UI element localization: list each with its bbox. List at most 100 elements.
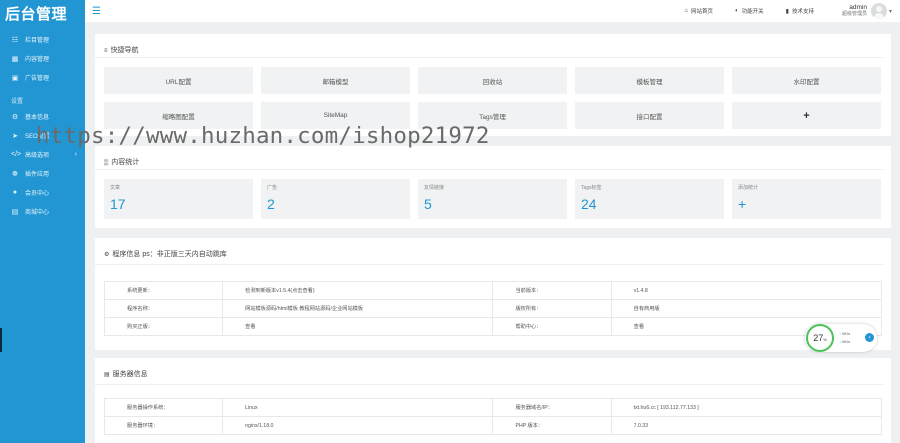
upload-speed: 0K/s — [842, 331, 851, 336]
stat-add[interactable]: 添加统计 + — [732, 179, 881, 219]
stats-grid: 文章 17 广告 2 友情链接 5 Tags标签 24 添加统计 + — [104, 179, 881, 219]
header-link-home[interactable]: ⌂ 网站首页 — [684, 7, 713, 15]
quick-btn-recycle[interactable]: 回收站 — [418, 67, 567, 94]
program-info-title: 程序信息 ps：非正版三天内自动跳库 — [112, 251, 227, 258]
quick-nav-grid: URL配置 邮箱模型 回收站 模板管理 水印配置 缩略图配置 SiteMap T… — [104, 67, 881, 129]
table-cell-label: PHP 版本： — [492, 416, 612, 435]
quick-btn-api[interactable]: 接口配置 — [575, 102, 724, 129]
header-link-label: 技术支持 — [791, 9, 814, 15]
sidebar-item-ads[interactable]: ▣ 广告管理 — [0, 68, 85, 87]
table-row: 服务器环境： nginx/1.18.0 PHP 版本： 7.0.33 — [103, 416, 883, 435]
stat-tags[interactable]: Tags标签 24 — [575, 179, 724, 219]
sidebar-item-label: SEO设置 — [25, 134, 50, 140]
quick-btn-add[interactable]: + — [732, 102, 881, 129]
sidebar-item-label: 内容管理 — [25, 57, 50, 63]
stat-label: 广告 — [267, 185, 278, 191]
send-icon: ➤ — [12, 132, 18, 140]
menu-toggle-icon[interactable]: ☰ — [92, 6, 101, 17]
stats-panel: ▒ 内容统计 文章 17 广告 2 友情链接 5 Tags标签 24 添加统计 + — [95, 146, 891, 228]
table-cell-label: 服务器环境： — [103, 416, 224, 435]
table-cell-value: txt.hu6.cc [ 193.112.77.133 ] — [610, 398, 883, 417]
stat-links[interactable]: 友情链接 5 — [418, 179, 567, 219]
sidebar: 后台管理 ☷ 栏目管理 ▦ 内容管理 ▣ 广告管理 设置 ⚙ 基本信息 ➤ SE… — [0, 0, 85, 443]
app-logo[interactable]: 后台管理 — [0, 0, 85, 23]
update-link[interactable]: 检测到新版本v1.5.4(点击查看) — [222, 281, 494, 300]
sitemap-icon: ☷ — [11, 36, 19, 44]
user-menu[interactable]: admin 超级管理员 ▾ — [842, 3, 892, 19]
panel-title: ≡ 快捷导航 — [95, 34, 883, 58]
speed-lines: ↑ 0K/s ↓ 0K/s — [839, 330, 850, 346]
sidebar-item-content[interactable]: ▦ 内容管理 — [0, 49, 85, 68]
server-icon: ▤ — [104, 372, 110, 378]
user-info: admin 超级管理员 — [842, 4, 867, 18]
sidebar-item-shop[interactable]: ▤ 商城中心 — [0, 202, 85, 221]
panel-title: ⚙ 程序信息 ps：非正版三天内自动跳库 — [95, 238, 883, 265]
cart-icon: ▤ — [11, 208, 19, 216]
stat-value: 5 — [424, 196, 432, 212]
chevron-down-icon[interactable]: ▾ — [889, 8, 892, 15]
chevron-right-icon: › — [74, 151, 77, 158]
header-link-label: 功能开关 — [741, 9, 764, 15]
quick-btn-mail[interactable]: 邮箱模型 — [261, 67, 410, 94]
bookmark-icon: ▮ — [785, 8, 789, 15]
user-icon: ● — [12, 189, 18, 196]
sidebar-item-label: 基本信息 — [25, 115, 50, 121]
program-info-panel: ⚙ 程序信息 ps：非正版三天内自动跳库 系统更新： 检测到新版本v1.5.4(点… — [95, 238, 891, 350]
quick-nav-title: 快捷导航 — [110, 47, 139, 54]
sidebar-item-label: 高级选项 — [25, 153, 50, 159]
sidebar-item-members[interactable]: ● 会员中心 — [0, 183, 85, 202]
sidebar-item-columns[interactable]: ☷ 栏目管理 — [0, 30, 85, 49]
gear-icon: ⚙ — [11, 113, 19, 121]
quick-btn-thumbnail[interactable]: 缩略图配置 — [104, 102, 253, 129]
user-name: admin — [849, 4, 867, 11]
quick-btn-tags[interactable]: Tags管理 — [418, 102, 567, 129]
cog-icon: ❁ — [12, 170, 18, 178]
panel-title: ▒ 内容统计 — [95, 146, 883, 170]
quick-btn-template[interactable]: 模板管理 — [575, 67, 724, 94]
header-link-label: 网站首页 — [690, 9, 713, 15]
sidebar-item-label: 插件应用 — [25, 172, 50, 178]
program-info-table: 系统更新： 检测到新版本v1.5.4(点击查看) 当前版本： v1.4.8 程序… — [103, 281, 883, 336]
sidebar-item-basic-info[interactable]: ⚙ 基本信息 — [0, 107, 85, 126]
list-icon: ▦ — [11, 55, 19, 63]
quick-btn-sitemap[interactable]: SiteMap — [261, 102, 410, 129]
buy-link[interactable]: 查看 — [222, 317, 494, 336]
sidebar-item-label: 会员中心 — [25, 191, 50, 197]
bar-chart-icon: ▒ — [104, 160, 109, 166]
table-cell-value: v1.4.8 — [610, 281, 883, 300]
sidebar-item-label: 栏目管理 — [25, 38, 50, 44]
download-arrow-icon: ↓ — [839, 339, 841, 344]
gear-icon: ⚙ — [104, 252, 110, 258]
stat-value: 17 — [110, 196, 126, 212]
network-speed-widget[interactable]: 27% ↑ 0K/s ↓ 0K/s › — [805, 324, 877, 352]
stat-label: 友情链接 — [424, 185, 445, 191]
table-cell-label: 帮助中心： — [492, 317, 612, 336]
sidebar-item-plugins[interactable]: ❁ 插件应用 — [0, 164, 85, 183]
toggle-icon: ◐ — [735, 8, 739, 14]
sidebar-item-seo[interactable]: ➤ SEO设置 — [0, 126, 85, 145]
table-cell-value: nginx/1.18.0 — [222, 416, 494, 435]
stat-articles[interactable]: 文章 17 — [104, 179, 253, 219]
sidebar-item-label: 商城中心 — [25, 210, 50, 216]
quick-btn-watermark[interactable]: 水印配置 — [732, 67, 881, 94]
table-cell-label: 购买正版： — [103, 317, 224, 336]
server-info-panel: ▤ 服务器信息 服务器操作系统： Linux 服务器域名/IP： txt.hu6.… — [95, 358, 891, 443]
avatar[interactable] — [870, 3, 887, 19]
table-row: 购买正版： 查看 帮助中心： 查看 — [103, 317, 883, 336]
stat-label: Tags标签 — [581, 185, 602, 191]
header-link-switches[interactable]: ◐ 功能开关 — [735, 7, 764, 15]
header-link-support[interactable]: ▮ 技术支持 — [785, 7, 814, 16]
sidebar-item-advanced[interactable]: </> 高级选项 › — [0, 145, 85, 164]
download-speed: 0K/s — [842, 339, 851, 344]
speed-percent: 27 — [813, 333, 824, 343]
stat-ads[interactable]: 广告 2 — [261, 179, 410, 219]
stat-value: 24 — [581, 196, 597, 212]
stat-label: 文章 — [110, 185, 121, 191]
table-cell-label: 服务器域名/IP： — [492, 398, 612, 417]
speed-toggle-icon[interactable]: › — [865, 333, 874, 342]
user-role: 超级管理员 — [841, 11, 867, 17]
table-row: 系统更新： 检测到新版本v1.5.4(点击查看) 当前版本： v1.4.8 — [103, 281, 883, 300]
quick-btn-url[interactable]: URL配置 — [104, 67, 253, 94]
sidebar-item-label: 广告管理 — [25, 76, 50, 82]
sidebar-section-settings: 设置 — [11, 99, 24, 105]
